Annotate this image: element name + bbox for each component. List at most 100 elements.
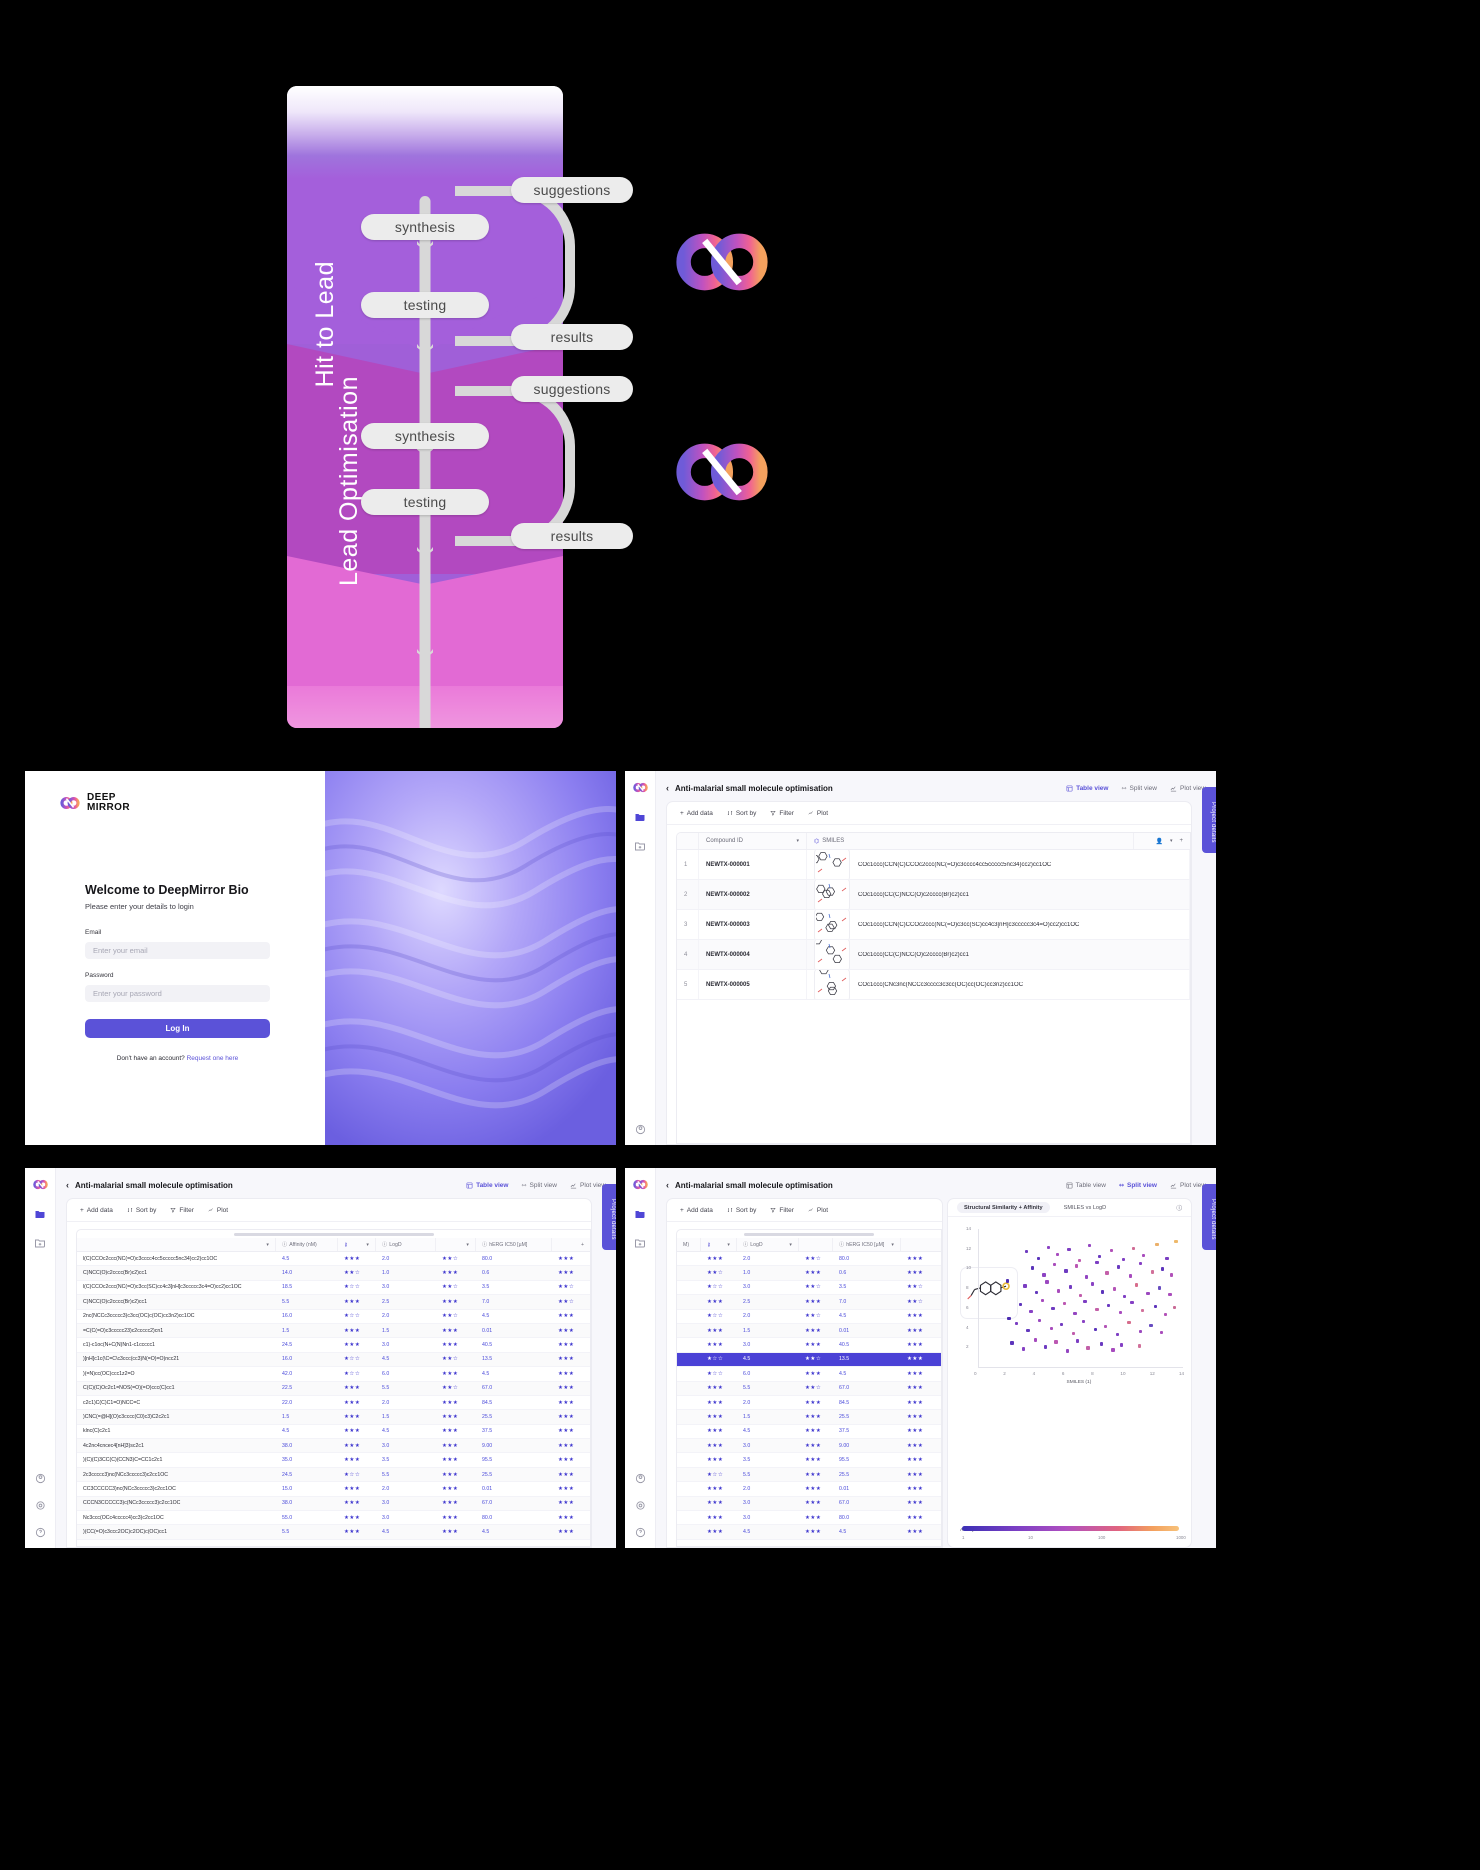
folder-add-icon[interactable] bbox=[33, 1235, 48, 1250]
chevron-left-icon[interactable]: ‹ bbox=[66, 1180, 69, 1190]
table-row[interactable]: ★★★ 2.0 ★★☆ 80.0 ★★★ bbox=[677, 1252, 941, 1267]
scatter-point[interactable] bbox=[1169, 1273, 1174, 1277]
herg-rating[interactable]: ★★★ bbox=[901, 1310, 941, 1323]
scatter-point[interactable] bbox=[1109, 1248, 1114, 1253]
scatter-point[interactable] bbox=[1057, 1289, 1061, 1293]
affinity-rating[interactable]: ★★★ bbox=[338, 1511, 376, 1524]
email-field[interactable] bbox=[85, 942, 270, 959]
scatter-point[interactable] bbox=[1168, 1293, 1172, 1297]
affinity-rating[interactable]: ★★☆ bbox=[701, 1266, 737, 1279]
folder-open-icon[interactable] bbox=[633, 809, 648, 824]
affinity-rating[interactable]: ★★★ bbox=[701, 1324, 737, 1337]
herg-rating[interactable]: ★★☆ bbox=[901, 1281, 941, 1294]
herg-rating[interactable]: ★★★ bbox=[901, 1497, 941, 1510]
scatter-point[interactable] bbox=[1122, 1295, 1127, 1299]
scatter-point[interactable] bbox=[1139, 1329, 1143, 1333]
affinity-rating[interactable]: ★☆☆ bbox=[338, 1367, 376, 1380]
logd-rating[interactable]: ★★☆ bbox=[436, 1382, 476, 1395]
add-data-button[interactable]: + Add data bbox=[680, 1207, 713, 1214]
logd-rating[interactable]: ★★★ bbox=[799, 1497, 833, 1510]
chevron-down-icon[interactable]: ▾ bbox=[891, 1242, 894, 1248]
logd-rating[interactable]: ★★☆ bbox=[436, 1353, 476, 1366]
table-row[interactable]: 5 NEWTX-000005 COc1ccc(CNc3nc(NCCc3cccc3c3… bbox=[677, 970, 1190, 1000]
scatter-point[interactable] bbox=[1161, 1267, 1165, 1271]
table-row[interactable]: =C(C(=O)c3ccccc23)c2ccccc2)cn1 1.5 ★★★ 1.5 ★… bbox=[77, 1323, 590, 1339]
project-details-tab-2[interactable]: Project details bbox=[602, 1184, 616, 1250]
split-data-grid[interactable]: M) ⚷ ▾ ⓘ LogD ▾ ⓘ hERG IC50 [µM] ▾ ★★★ 2… bbox=[676, 1229, 942, 1547]
affinity-rating[interactable]: ★☆☆ bbox=[701, 1353, 737, 1366]
table-row[interactable]: ★★★ 5.5 ★★☆ 67.0 ★★★ bbox=[677, 1381, 941, 1396]
chevron-down-icon[interactable]: ▾ bbox=[789, 1242, 792, 1248]
plot-title-tag[interactable]: Structural Similarity + Affinity bbox=[957, 1202, 1050, 1213]
scatter-point[interactable] bbox=[1146, 1292, 1150, 1296]
table-row[interactable]: ★☆☆ 4.5 ★★☆ 13.5 ★★★ bbox=[677, 1352, 941, 1368]
request-account-link[interactable]: Request one here bbox=[187, 1055, 239, 1062]
herg-rating[interactable]: ★★★ bbox=[901, 1367, 941, 1380]
scatter-point[interactable] bbox=[1007, 1316, 1011, 1321]
scatter-point[interactable] bbox=[1118, 1310, 1122, 1315]
column-compound-id[interactable]: Compound ID ▾ bbox=[699, 833, 807, 849]
table-row[interactable]: 2c3ccccc3)nc(NCc3ccccc3)c2cc1OC 24.5 ★☆☆ 5.… bbox=[77, 1467, 590, 1483]
herg-rating[interactable]: ★★★ bbox=[552, 1497, 590, 1510]
table-row[interactable]: 1 NEWTX-000001 COc1ccc(CCN(C)CCOc2ccc(NC(=… bbox=[677, 850, 1190, 880]
account-icon[interactable] bbox=[633, 1471, 648, 1486]
scatter-point[interactable] bbox=[1137, 1344, 1141, 1348]
scatter-point[interactable] bbox=[1139, 1261, 1143, 1265]
scatter-point[interactable] bbox=[1054, 1340, 1058, 1344]
herg-rating[interactable]: ★★★ bbox=[552, 1310, 590, 1323]
chevron-down-icon[interactable]: ▾ bbox=[796, 838, 799, 844]
affinity-rating[interactable]: ★★★ bbox=[701, 1252, 737, 1265]
affinity-rating[interactable]: ★★★ bbox=[338, 1453, 376, 1466]
affinity-rating[interactable]: ★★★ bbox=[701, 1410, 737, 1423]
scatter-point[interactable] bbox=[1130, 1300, 1134, 1305]
scatter-point[interactable] bbox=[1062, 1301, 1067, 1306]
herg-rating[interactable]: ★★★ bbox=[901, 1525, 941, 1538]
affinity-rating[interactable]: ★★★ bbox=[701, 1453, 737, 1466]
scatter-point[interactable] bbox=[1071, 1331, 1076, 1335]
affinity-rating[interactable]: ★★★ bbox=[338, 1382, 376, 1395]
table-row[interactable]: ★★★ 4.5 ★★★ 4.5 ★★★ bbox=[677, 1525, 941, 1540]
table-row[interactable]: ★★★ 2.0 ★★★ 0.01 ★★★ bbox=[677, 1482, 941, 1497]
herg-rating[interactable]: ★★★ bbox=[552, 1425, 590, 1438]
settings-icon[interactable] bbox=[33, 1498, 48, 1513]
molecule-preview[interactable] bbox=[814, 880, 850, 909]
logd-rating[interactable]: ★★★ bbox=[436, 1511, 476, 1524]
login-button[interactable]: Log In bbox=[85, 1019, 270, 1038]
scatter-point[interactable] bbox=[1095, 1307, 1099, 1312]
scatter-point[interactable] bbox=[1076, 1339, 1080, 1343]
column-affinity-rating-2[interactable]: ⚷ ▾ bbox=[701, 1238, 737, 1251]
project-details-tab-3[interactable]: Project details bbox=[1202, 1184, 1216, 1250]
herg-rating[interactable]: ★★★ bbox=[552, 1252, 590, 1265]
scatter-point[interactable] bbox=[1052, 1262, 1057, 1266]
scatter-point[interactable] bbox=[1077, 1258, 1081, 1262]
scatter-point[interactable] bbox=[1060, 1322, 1064, 1327]
molecule-preview[interactable] bbox=[814, 850, 850, 879]
logd-rating[interactable]: ★★★ bbox=[799, 1338, 833, 1351]
person-icon[interactable]: 👤 bbox=[1155, 838, 1162, 845]
table-row[interactable]: l(C)CCOc2ccc(NC(=O)c3cc(SC)cc4c3[nH]c3cc… bbox=[77, 1281, 590, 1296]
folder-open-icon[interactable] bbox=[33, 1206, 48, 1221]
logd-rating[interactable]: ★★★ bbox=[799, 1525, 833, 1538]
affinity-rating[interactable]: ★☆☆ bbox=[701, 1310, 737, 1323]
table-row[interactable]: ★☆☆ 5.5 ★★★ 25.5 ★★★ bbox=[677, 1467, 941, 1483]
scatter-point[interactable] bbox=[1112, 1287, 1117, 1291]
logd-rating[interactable]: ★★★ bbox=[799, 1468, 833, 1481]
logd-rating[interactable]: ★★★ bbox=[436, 1324, 476, 1337]
column-herg-rating[interactable]: + bbox=[552, 1238, 590, 1251]
affinity-rating[interactable]: ★★★ bbox=[701, 1396, 737, 1409]
horizontal-scrollbar[interactable] bbox=[233, 1233, 434, 1236]
scatter-point[interactable] bbox=[1115, 1332, 1120, 1336]
logd-rating[interactable]: ★★★ bbox=[436, 1338, 476, 1351]
tab-table-view[interactable]: Table view bbox=[1066, 1182, 1106, 1189]
affinity-rating[interactable]: ★★★ bbox=[338, 1525, 376, 1538]
project-details-tab[interactable]: Project details bbox=[1202, 787, 1216, 853]
filter-button[interactable]: Filter bbox=[170, 1207, 194, 1214]
chevron-down-icon[interactable]: ▾ bbox=[1170, 838, 1173, 844]
affinity-rating[interactable]: ★★★ bbox=[701, 1497, 737, 1510]
table-row[interactable]: 4c2nc4cncec4[nH]3)sc2c1 38.0 ★★★ 3.0 ★★★ 9.00… bbox=[77, 1439, 590, 1454]
help-icon[interactable] bbox=[33, 1525, 48, 1540]
molecule-preview[interactable] bbox=[814, 940, 850, 969]
scatter-point[interactable] bbox=[1163, 1312, 1168, 1317]
table-row[interactable]: ★☆☆ 6.0 ★★★ 4.5 ★★★ bbox=[677, 1367, 941, 1382]
scatter-point[interactable] bbox=[1021, 1347, 1026, 1351]
